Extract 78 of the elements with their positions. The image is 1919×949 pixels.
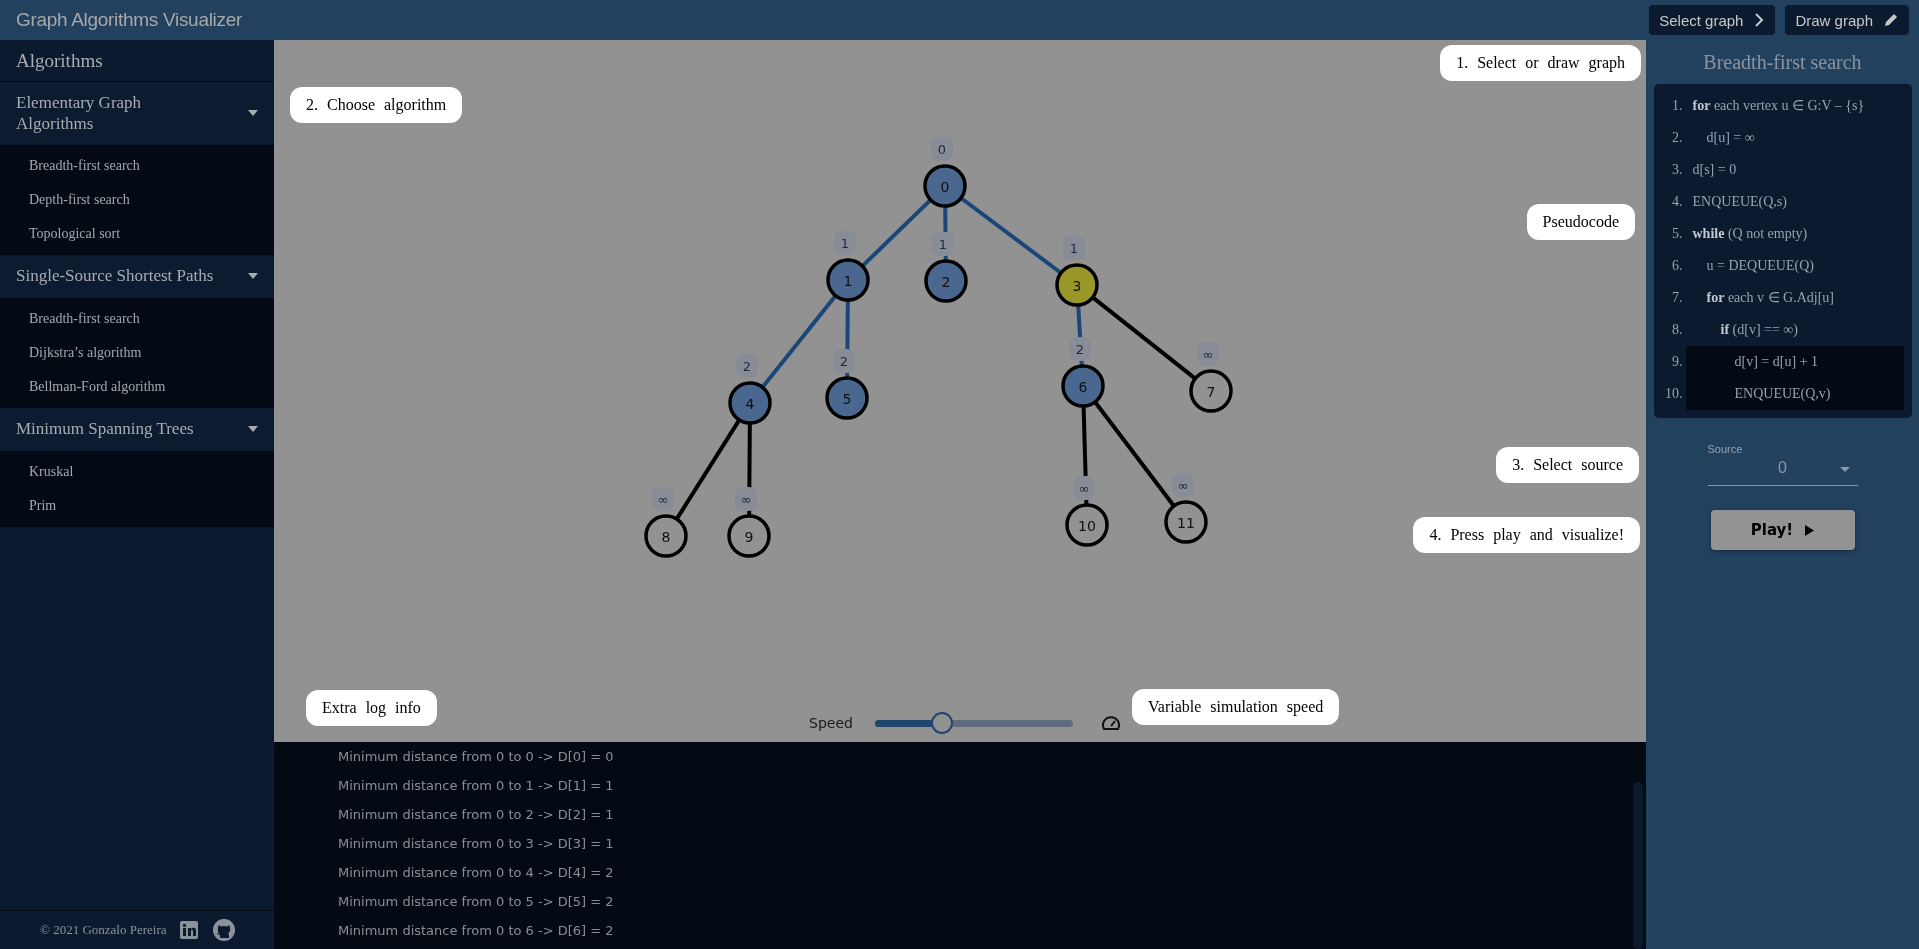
distance-badge: 1 — [834, 231, 856, 255]
line-number: 10. — [1664, 385, 1683, 403]
tutorial-tip: Extra log info — [306, 690, 437, 726]
slider-thumb[interactable] — [931, 712, 954, 734]
sidebar-item[interactable]: Topological sort — [0, 216, 274, 251]
code-line: for each vertex u ∈ G:V – {s} — [1691, 97, 1866, 115]
algorithm-title: Breadth-first search — [1703, 51, 1862, 74]
log-line: Minimum distance from 0 to 2 -> D[2] = 1 — [338, 806, 615, 824]
graph-node[interactable]: 3 — [1055, 263, 1099, 307]
sidebar-item[interactable]: Kruskal — [0, 454, 274, 489]
line-number: 8. — [1671, 321, 1683, 339]
graph-node[interactable]: 9 — [727, 514, 771, 558]
tutorial-tip: Pseudocode — [1526, 204, 1635, 240]
distance-badge: 2 — [833, 349, 855, 373]
caret-icon — [248, 273, 258, 279]
code-line: for each v ∈ G.Adj[u] — [1705, 289, 1835, 307]
log-line: Minimum distance from 0 to 3 -> D[3] = 1 — [338, 835, 615, 853]
sidebar-item[interactable]: Depth-first search — [0, 182, 274, 217]
code-line: u = DEQUEUE(Q) — [1705, 257, 1815, 275]
distance-badge: ∞ — [652, 487, 674, 511]
sidebar-item[interactable]: Dijkstra’s algorithm — [0, 335, 274, 370]
code-line: while (Q not empty) — [1691, 225, 1809, 243]
select-graph-button[interactable]: Select graph — [1649, 5, 1776, 35]
log-line: Minimum distance from 0 to 5 -> D[5] = 2 — [338, 893, 615, 911]
line-number: 2. — [1671, 129, 1683, 147]
tutorial-tip: 4. Press play and visualize! — [1413, 517, 1640, 553]
caret-icon — [248, 426, 258, 432]
distance-badge: 1 — [932, 232, 954, 256]
graph-node[interactable]: 8 — [644, 514, 688, 558]
log-line: Minimum distance from 0 to 4 -> D[4] = 2 — [338, 864, 615, 882]
distance-badge: ∞ — [1172, 473, 1194, 497]
draw-graph-button[interactable]: Draw graph — [1785, 5, 1909, 35]
sidebar-item[interactable]: Bellman-Ford algorithm — [0, 369, 274, 404]
graph-node[interactable]: 10 — [1065, 503, 1109, 547]
code-line: if (d[v] == ∞) — [1719, 321, 1799, 339]
log-line: Minimum distance from 0 to 1 -> D[1] = 1 — [338, 777, 615, 795]
speed-label: Speed — [809, 715, 853, 731]
log-line: Minimum distance from 0 to 6 -> D[6] = 2 — [338, 922, 615, 940]
tutorial-tip: 1. Select or draw graph — [1440, 45, 1641, 81]
linkedin-icon[interactable] — [180, 921, 199, 939]
distance-badge: 0 — [931, 137, 953, 161]
line-number: 3. — [1671, 161, 1683, 179]
line-number: 7. — [1671, 289, 1683, 307]
sidebar-item[interactable]: Breadth-first search — [0, 301, 274, 336]
line-number: 4. — [1671, 193, 1683, 211]
chevron-right-icon — [1753, 12, 1766, 28]
scrollbar-thumb[interactable] — [1633, 782, 1643, 949]
line-number: 5. — [1671, 225, 1683, 243]
code-line: d[s] = 0 — [1691, 161, 1738, 179]
source-select[interactable]: Source 0 — [1707, 443, 1858, 486]
graph-node[interactable]: 11 — [1164, 500, 1208, 544]
sidebar-item[interactable]: Breadth-first search — [0, 148, 274, 183]
tutorial-tip: Variable simulation speed — [1132, 689, 1340, 725]
tutorial-tip: 3. Select source — [1496, 447, 1639, 483]
caret-icon — [248, 110, 258, 117]
sidebar-item[interactable]: Prim — [0, 488, 274, 523]
pencil-icon — [1883, 12, 1899, 28]
speedometer-icon — [1100, 714, 1121, 732]
line-number: 1. — [1671, 97, 1683, 115]
play-button[interactable]: Play! — [1710, 510, 1855, 550]
app-title: Graph Algorithms Visualizer — [16, 9, 242, 31]
code-line: ENQUEUE(Q,s) — [1691, 193, 1788, 211]
distance-badge: 2 — [1069, 337, 1091, 361]
distance-badge: ∞ — [735, 487, 757, 511]
log-line: Minimum distance from 0 to 0 -> D[0] = 0 — [338, 748, 615, 766]
github-icon[interactable] — [212, 918, 237, 942]
code-line: d[u] = ∞ — [1705, 129, 1756, 147]
distance-badge: ∞ — [1073, 476, 1095, 500]
copyright-text: © 2021 Gonzalo Pereira — [40, 922, 167, 938]
distance-badge: ∞ — [1197, 342, 1219, 366]
play-icon — [1805, 524, 1815, 536]
tutorial-tip: 2. Choose algorithm — [290, 87, 463, 123]
graph-node[interactable]: 7 — [1189, 369, 1233, 413]
caret-icon — [1839, 467, 1850, 472]
distance-badge: 1 — [1063, 236, 1085, 260]
line-number: 6. — [1671, 257, 1683, 275]
distance-badge: 2 — [736, 354, 758, 378]
line-number: 9. — [1671, 353, 1683, 371]
